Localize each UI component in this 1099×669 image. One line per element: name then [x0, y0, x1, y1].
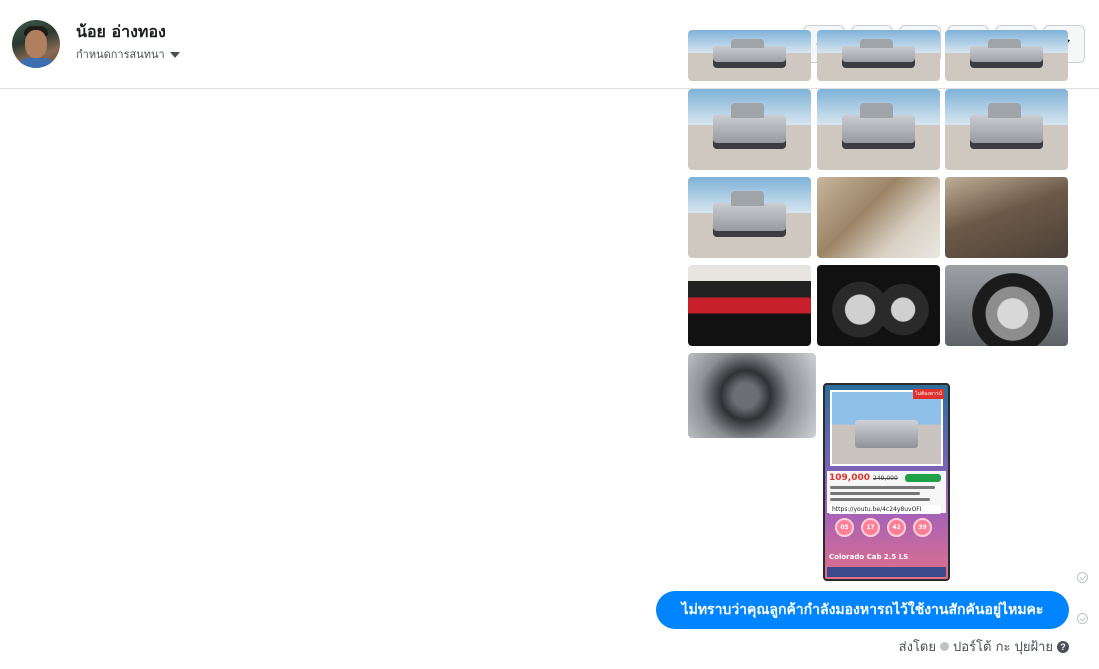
car-photo[interactable]: [945, 30, 1068, 81]
contact-name[interactable]: น้อย อ่างทอง: [76, 20, 166, 45]
assign-conversation-label: กำหนดการสนทนา: [76, 48, 165, 61]
car-photo[interactable]: [817, 89, 940, 170]
poster-old-price: 249,000: [873, 475, 898, 482]
promo-poster-image[interactable]: ไม่ต้องดาวน์ 109,000 249,000 https://you…: [823, 383, 950, 581]
gauge-cluster-photo[interactable]: [817, 265, 940, 346]
seen-check-icon: [1077, 572, 1088, 583]
poster-number: 17: [861, 518, 880, 537]
door-interior-photo[interactable]: [817, 177, 940, 258]
verified-icon: [940, 642, 949, 651]
seen-check-icon: [1077, 613, 1088, 624]
car-photo[interactable]: [688, 89, 811, 170]
assign-conversation-dropdown[interactable]: กำหนดการสนทนา: [76, 45, 180, 63]
poster-link: https://youtu.be/4c24y8uvOFI: [829, 505, 941, 514]
sent-by-prefix: ส่งโดย: [898, 640, 936, 655]
seat-photo[interactable]: [688, 265, 811, 346]
poster-number: 39: [913, 518, 932, 537]
caret-down-icon: [169, 51, 180, 58]
poster-number: 05: [835, 518, 854, 537]
car-photo[interactable]: [688, 177, 811, 258]
wheel-photo[interactable]: [945, 265, 1068, 346]
dashboard-photo[interactable]: [945, 177, 1068, 258]
car-photo[interactable]: [945, 89, 1068, 170]
engine-photo[interactable]: [688, 353, 816, 438]
help-icon[interactable]: ?: [1057, 640, 1069, 653]
sent-by-line: ส่งโดย ปอร์โต้ กะ ปุยฝ้าย ?: [899, 636, 1069, 657]
car-photo[interactable]: [688, 30, 811, 81]
car-photo[interactable]: [817, 30, 940, 81]
message-text: ไม่ทราบว่าคุณลูกค้ากำลังมองหารถไว้ใช้งาน…: [681, 602, 1044, 618]
sender-name: ปอร์โต้ กะ ปุยฝ้าย: [953, 640, 1053, 655]
poster-price: 109,000: [829, 473, 870, 483]
poster-number: 42: [887, 518, 906, 537]
message-bubble[interactable]: ไม่ทราบว่าคุณลูกค้ากำลังมองหารถไว้ใช้งาน…: [656, 591, 1069, 629]
poster-model: Colorado Cab 2.5 LS: [829, 553, 909, 561]
avatar[interactable]: [12, 20, 60, 68]
poster-tag: ไม่ต้องดาวน์: [913, 389, 944, 399]
